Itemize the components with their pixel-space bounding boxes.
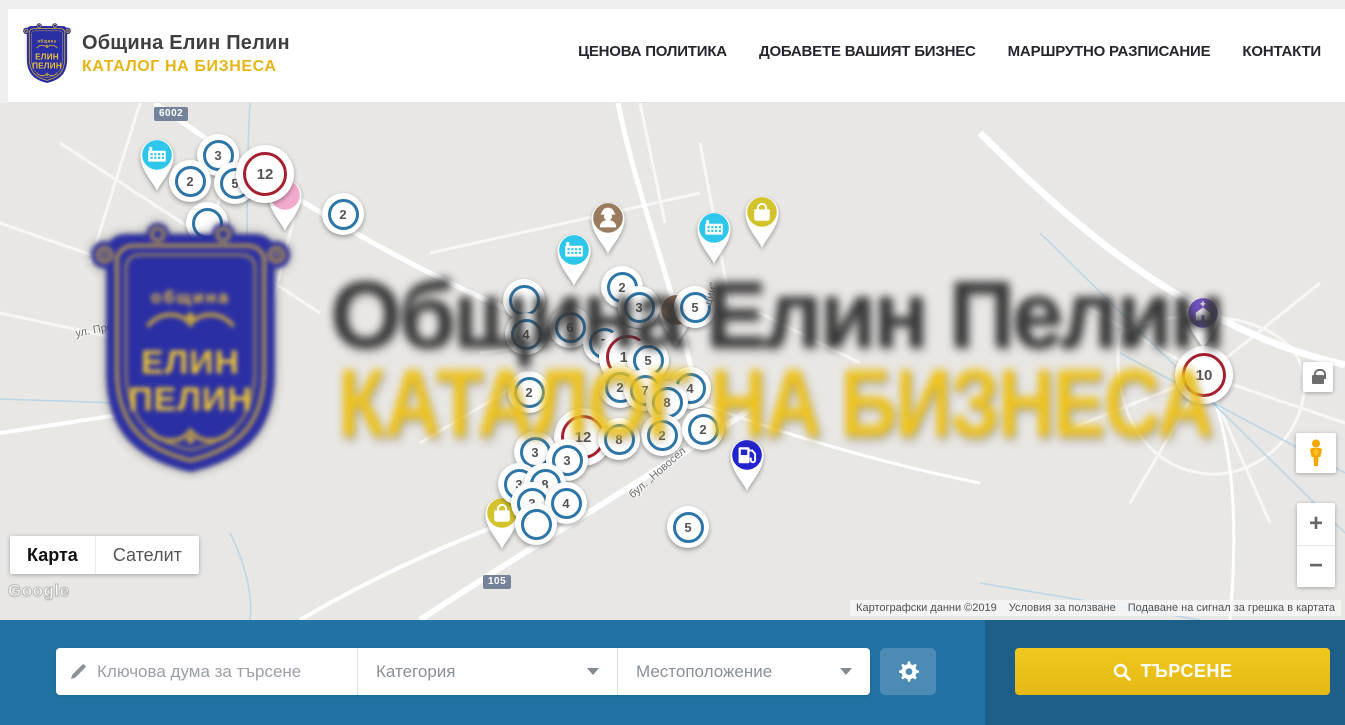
svg-text:ПЕЛИН: ПЕЛИН bbox=[32, 61, 62, 70]
attribution-report-link[interactable]: Подаване на сигнал за грешка в картата bbox=[1128, 602, 1335, 614]
bag-pin[interactable] bbox=[739, 192, 785, 249]
keyword-search-input[interactable] bbox=[97, 662, 347, 682]
left-strip bbox=[0, 0, 8, 103]
zoom-in-button[interactable]: + bbox=[1297, 503, 1335, 546]
cluster-marker[interactable] bbox=[515, 503, 557, 545]
chevron-down-icon bbox=[587, 668, 599, 675]
pegman-icon bbox=[1307, 439, 1325, 467]
attribution-copyright: Картографски данни ©2019 bbox=[856, 602, 997, 614]
cluster-count: 2 bbox=[328, 199, 359, 230]
search-bar: Категория Местоположение ТЪРСЕНЕ bbox=[0, 620, 1345, 725]
attribution-terms-link[interactable]: Условия за ползване bbox=[1009, 602, 1116, 614]
svg-text:община: община bbox=[151, 287, 230, 307]
cluster-marker[interactable]: 2 bbox=[169, 160, 211, 202]
cluster-count: 12 bbox=[243, 152, 287, 196]
lock-control-button[interactable] bbox=[1303, 362, 1333, 392]
zoom-control: + − bbox=[1297, 503, 1335, 587]
nav-contacts[interactable]: КОНТАКТИ bbox=[1242, 43, 1321, 60]
site-title: Община Елин Пелин bbox=[82, 32, 290, 55]
category-dropdown[interactable]: Категория bbox=[357, 648, 617, 695]
map-canvas[interactable]: 3251222354671352274822128333834510600210… bbox=[0, 103, 1345, 620]
search-fields-row: Категория Местоположение bbox=[56, 648, 870, 695]
gear-icon bbox=[896, 660, 920, 684]
cluster-count: 2 bbox=[175, 166, 206, 197]
cluster-marker[interactable]: 2 bbox=[322, 193, 364, 235]
location-dropdown[interactable]: Местоположение bbox=[617, 648, 870, 695]
cluster-count: 5 bbox=[673, 512, 704, 543]
main-nav: ЦЕНОВА ПОЛИТИКА ДОБАВЕТЕ ВАШИЯТ БИЗНЕС М… bbox=[578, 0, 1321, 103]
google-logo[interactable]: Google bbox=[8, 581, 70, 601]
watermark-crest: община ЕЛИН ПЕЛИН bbox=[88, 218, 293, 484]
svg-text:ЕЛИН: ЕЛИН bbox=[141, 344, 240, 382]
page: община ЕЛИН ПЕЛИН Община Елин Пелин КАТА… bbox=[0, 0, 1345, 725]
zoom-out-button[interactable]: − bbox=[1297, 546, 1335, 588]
search-submit-button[interactable]: ТЪРСЕНЕ bbox=[1015, 648, 1330, 695]
keyword-field-wrap bbox=[56, 648, 357, 695]
watermark-subtitle: КАТАЛОГ НА БИЗНЕСА bbox=[338, 349, 1212, 459]
nav-pricing-policy[interactable]: ЦЕНОВА ПОЛИТИКА bbox=[578, 43, 727, 60]
road-badge: 6002 bbox=[154, 107, 188, 121]
street-view-pegman[interactable] bbox=[1296, 433, 1336, 473]
map-type-control: Карта Сателит bbox=[10, 536, 199, 574]
svg-text:община: община bbox=[37, 38, 56, 43]
map-attribution: Картографски данни ©2019 Условия за полз… bbox=[850, 600, 1341, 616]
svg-text:ЕЛИН: ЕЛИН bbox=[35, 52, 59, 61]
category-dropdown-label: Категория bbox=[376, 662, 455, 682]
search-icon bbox=[1113, 663, 1131, 681]
site-subtitle: КАТАЛОГ НА БИЗНЕСА bbox=[82, 58, 290, 76]
factory-pin[interactable] bbox=[691, 208, 737, 265]
cluster-count: 4 bbox=[551, 488, 582, 519]
municipality-crest-icon: община ЕЛИН ПЕЛИН bbox=[22, 22, 72, 86]
location-dropdown-label: Местоположение bbox=[636, 662, 772, 682]
cluster-marker[interactable]: 12 bbox=[236, 145, 294, 203]
brand-logo[interactable]: община ЕЛИН ПЕЛИН Община Елин Пелин КАТА… bbox=[22, 22, 290, 86]
pencil-icon bbox=[70, 663, 87, 680]
search-submit-label: ТЪРСЕНЕ bbox=[1141, 661, 1233, 682]
road-badge: 105 bbox=[483, 575, 511, 589]
nav-route-schedule[interactable]: МАРШРУТНО РАЗПИСАНИЕ bbox=[1008, 43, 1211, 60]
advanced-settings-button[interactable] bbox=[880, 648, 936, 695]
nav-add-your-business[interactable]: ДОБАВЕТЕ ВАШИЯТ БИЗНЕС bbox=[759, 43, 976, 60]
lock-icon bbox=[1312, 375, 1324, 384]
map-type-satellite-button[interactable]: Сателит bbox=[95, 536, 199, 574]
cluster-marker[interactable]: 5 bbox=[667, 506, 709, 548]
chevron-down-icon bbox=[840, 668, 852, 675]
header: община ЕЛИН ПЕЛИН Община Елин Пелин КАТА… bbox=[0, 0, 1345, 103]
brand-text: Община Елин Пелин КАТАЛОГ НА БИЗНЕСА bbox=[82, 32, 290, 76]
map-type-map-button[interactable]: Карта bbox=[10, 536, 95, 574]
cluster-count bbox=[521, 509, 552, 540]
svg-text:ПЕЛИН: ПЕЛИН bbox=[128, 380, 252, 418]
